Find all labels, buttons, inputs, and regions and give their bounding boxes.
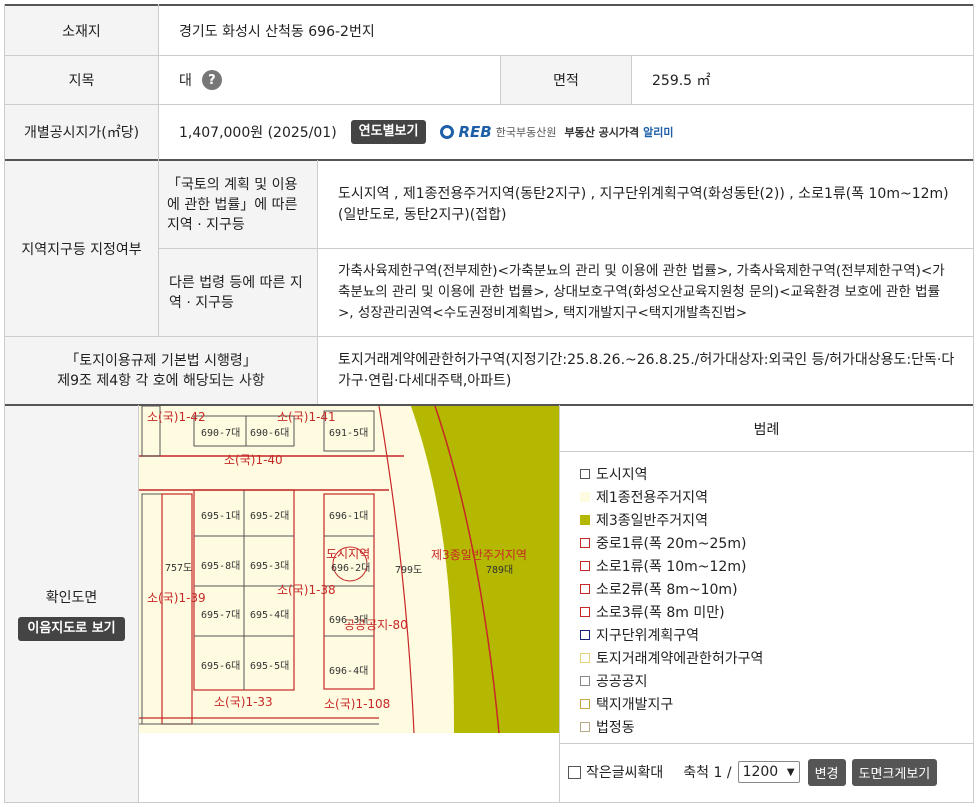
- parcel-label: 799도: [395, 565, 423, 576]
- legend-item: 공공공지: [580, 669, 960, 692]
- legend-item: 택지개발지구: [580, 692, 960, 715]
- parcel-label: 696-1대: [329, 511, 369, 522]
- legend-item: 제1종전용주거지역: [580, 485, 960, 508]
- price-label: 개별공시지가(㎡당): [5, 105, 158, 159]
- small-text-checkbox[interactable]: [568, 765, 581, 779]
- other-zoning-value: 가축사육제한구역(전부제한)<가축분뇨의 관리 및 이용에 관한 법률>, 가축…: [338, 263, 945, 321]
- parcel-label: 696-4대: [329, 666, 369, 677]
- reb-logo-text: REB: [458, 123, 492, 141]
- legend-label: 소로3류(폭 8m 미만): [596, 604, 725, 621]
- legend-swatch: [580, 514, 590, 525]
- legend-swatch: [580, 675, 590, 686]
- area-label: 면적: [501, 56, 631, 104]
- map-road-label: 소(국)1-39: [147, 591, 206, 605]
- parcel-label: 695-4대: [250, 610, 290, 621]
- reb-logo-icon: [440, 125, 455, 139]
- legend-item: 법정동: [580, 715, 960, 738]
- reb-service: 부동산 공시가격: [564, 126, 640, 139]
- legend-item: 중로1류(폭 20m~25m): [580, 531, 960, 554]
- legend-title: 범례: [560, 406, 973, 452]
- parcel-label: 690-6대: [250, 428, 290, 439]
- map-road-label: 소(국)1-108: [324, 697, 391, 711]
- legend-label: 제3종일반주거지역: [596, 512, 708, 529]
- parcel-label: 691-5대: [329, 428, 369, 439]
- help-icon[interactable]: ?: [201, 70, 222, 90]
- jimok-value: 대 ?: [159, 56, 500, 104]
- chevron-down-icon: ▼: [786, 766, 795, 778]
- legend-swatch: [580, 606, 590, 617]
- legend-list: 도시지역제1종전용주거지역제3종일반주거지역중로1류(폭 20m~25m) 소로1…: [580, 462, 960, 738]
- area-value: 259.5 ㎡: [652, 73, 711, 89]
- scale-select[interactable]: 1200 ▼: [737, 761, 800, 783]
- legend-label: 소로2류(폭 8m~10m): [596, 581, 738, 598]
- national-zoning-value: 도시지역 , 제1종전용주거지역(동탄2지구) , 지구단위계획구역(화성동탄(…: [338, 185, 949, 223]
- legend-label: 도시지역: [596, 466, 648, 483]
- parcel-label: 695-3대: [250, 561, 290, 572]
- legend-label: 중로1류(폭 20m~25m): [596, 535, 747, 552]
- parcel-label: 696-3대: [329, 615, 369, 626]
- legend-label: 법정동: [596, 719, 635, 736]
- legend-label: 소로1류(폭 10m~12m): [596, 558, 747, 575]
- legend-swatch: [580, 468, 590, 479]
- legend-item: 소로2류(폭 8m~10m): [580, 577, 960, 600]
- map-road-label: 소(국)1-33: [214, 695, 273, 709]
- location-label: 소재지: [5, 6, 158, 55]
- legend-item: 제3종일반주거지역: [580, 508, 960, 531]
- national-zoning-label: 「국토의 계획 및 이용에 관한 법률」에 따른 지역 · 지구등: [159, 161, 317, 248]
- regulation-value: 토지거래계약에관한허가구역(지정기간:25.8.26.~26.8.25./허가대…: [338, 351, 955, 389]
- legend-label: 토지거래계약에관한허가구역: [596, 650, 764, 667]
- map-road-label: 소(국)1-40: [224, 453, 283, 467]
- location-value: 경기도 화성시 산척동 696-2번지: [179, 23, 375, 40]
- jimok-label: 지목: [5, 56, 158, 104]
- legend-item: 지구단위계획구역: [580, 623, 960, 646]
- cadastral-map[interactable]: 소(국)1-42 소(국)1-41 소(국)1-40 소(국)1-39 소(국)…: [139, 406, 559, 733]
- parcel-label: 789대: [486, 565, 514, 576]
- legend-swatch: [580, 583, 590, 594]
- enlarge-map-button[interactable]: 도면크게보기: [851, 758, 938, 786]
- map-road-label: 소(국)1-41: [277, 410, 336, 424]
- reb-org: 한국부동산원: [495, 126, 557, 139]
- legend-item: 도시지역: [580, 462, 960, 485]
- legend-item: 소로1류(폭 10m~12m): [580, 554, 960, 577]
- parcel-label: 690-7대: [201, 428, 241, 439]
- legend-swatch: [580, 629, 590, 640]
- parcel-label: 695-7대: [201, 610, 241, 621]
- parcel-label: 757도: [165, 563, 193, 574]
- legend-swatch: [580, 491, 590, 502]
- map-road-label: 소(국)1-38: [277, 583, 336, 597]
- yearly-view-button[interactable]: 연도별보기: [350, 120, 427, 144]
- legend-swatch: [580, 652, 590, 663]
- scale-label: 축척 1 /: [683, 765, 732, 781]
- reb-alimi: 알리미: [643, 126, 674, 139]
- map-controls: 작은글씨확대 축척 1 / 1200 ▼ 변경 도면크게보기: [568, 756, 968, 788]
- eum-map-button[interactable]: 이음지도로 보기: [18, 617, 125, 641]
- parcel-label: 695-2대: [250, 511, 290, 522]
- legend-label: 지구단위계획구역: [596, 627, 700, 644]
- parcel-label: 695-1대: [201, 511, 241, 522]
- parcel-label: 695-5대: [250, 661, 290, 672]
- price-value-row: 1,407,000원 (2025/01) 연도별보기 REB 한국부동산원 부동…: [159, 105, 973, 159]
- legend-item: 소로3류(폭 8m 미만): [580, 600, 960, 623]
- regulation-label: 「토지이용규제 기본법 시행령」 제9조 제4항 각 호에 해당되는 사항: [5, 337, 317, 404]
- zoning-label: 지역지구등 지정여부: [5, 161, 158, 336]
- legend-label: 공공공지: [596, 673, 648, 690]
- legend-label: 제1종전용주거지역: [596, 489, 708, 506]
- parcel-label-target: 696-2대: [331, 563, 371, 574]
- small-text-label: 작은글씨확대: [586, 765, 664, 781]
- legend-swatch: [580, 721, 590, 732]
- map-road-label: 소(국)1-42: [147, 410, 206, 424]
- other-zoning-label: 다른 법령 등에 따른 지역 · 지구등: [159, 249, 317, 336]
- price-value: 1,407,000원 (2025/01): [179, 125, 337, 141]
- legend-swatch: [580, 698, 590, 709]
- legend-swatch: [580, 560, 590, 571]
- change-scale-button[interactable]: 변경: [807, 758, 846, 786]
- legend-swatch: [580, 537, 590, 548]
- reb-alimi-link[interactable]: REB 한국부동산원 부동산 공시가격 알리미: [440, 123, 674, 141]
- scale-value: 1200: [742, 764, 779, 780]
- parcel-label: 695-6대: [201, 661, 241, 672]
- map-section-label: 확인도면 이음지도로 보기: [5, 406, 138, 802]
- legend-item: 토지거래계약에관한허가구역: [580, 646, 960, 669]
- parcel-label: 695-8대: [201, 561, 241, 572]
- legend-label: 택지개발지구: [596, 696, 674, 713]
